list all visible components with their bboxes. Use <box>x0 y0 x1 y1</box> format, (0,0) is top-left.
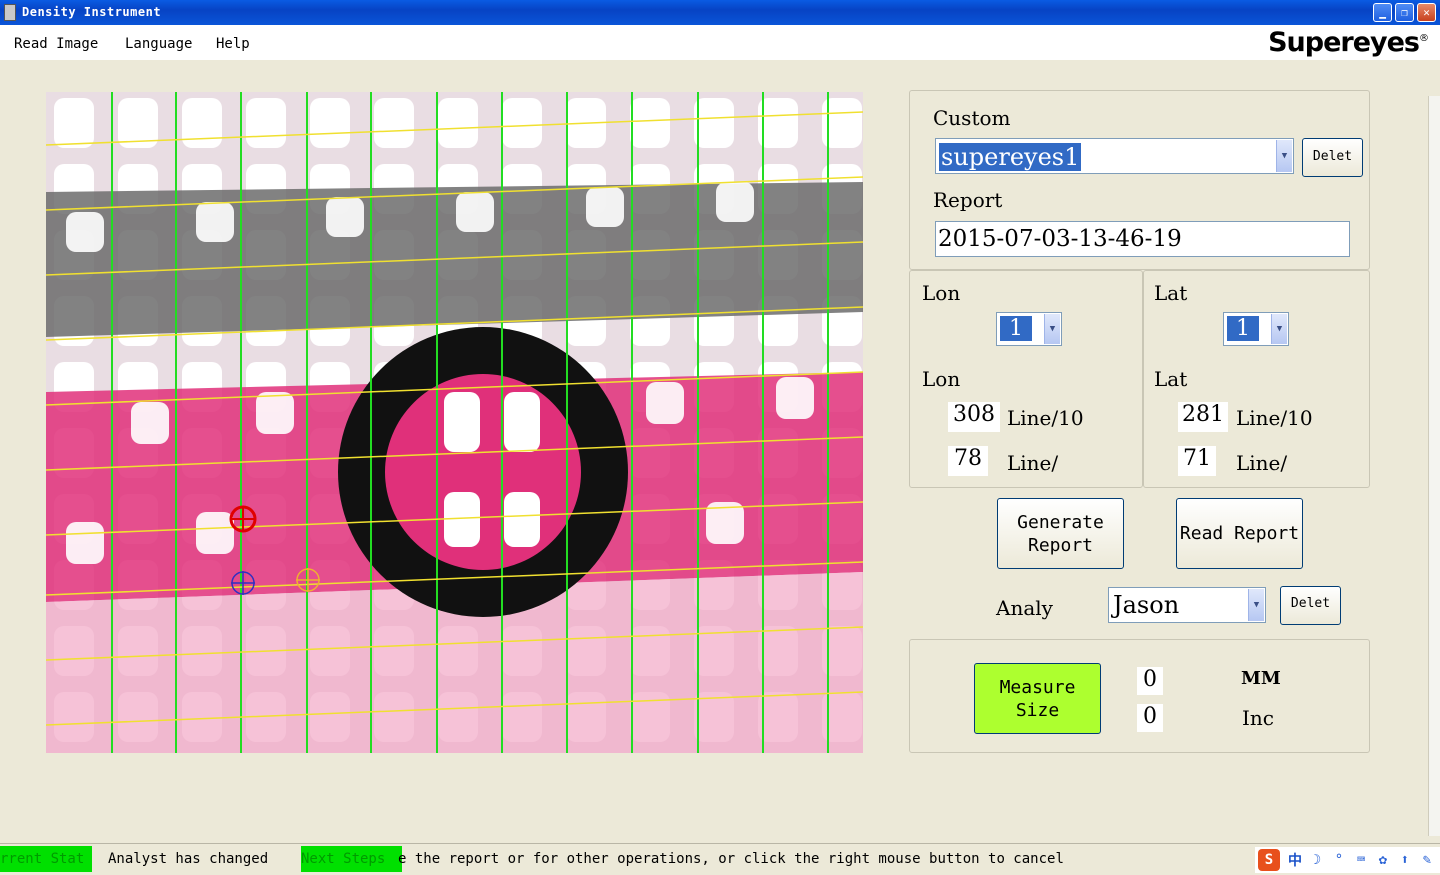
next-steps-label: Next Steps <box>301 846 402 872</box>
user-icon[interactable]: ⬆ <box>1397 852 1413 868</box>
side-scroll-strip[interactable] <box>1428 96 1440 836</box>
menu-language[interactable]: Language <box>125 36 192 52</box>
lon-count-value: 78 <box>948 446 988 476</box>
supereyes-logo: Supereyes® <box>1268 27 1429 58</box>
analyst-label: Analy <box>996 596 1053 620</box>
mm-unit: MM <box>1241 668 1281 689</box>
report-field[interactable]: 2015-07-03-13-46-19 <box>935 221 1350 257</box>
lon-header: Lon <box>922 281 961 305</box>
blue-crosshair-marker[interactable] <box>229 569 257 597</box>
lat-select-value: 1 <box>1227 316 1259 341</box>
lat-count-value: 71 <box>1178 446 1216 476</box>
window-title: Density Instrument <box>22 5 162 19</box>
inch-unit: Inc <box>1242 706 1274 730</box>
read-report-button[interactable]: Read Report <box>1176 498 1303 569</box>
half-width-icon[interactable]: ☽ <box>1309 852 1325 868</box>
measure-size-button[interactable]: Measure Size <box>974 663 1101 734</box>
analyst-select-value: Jason <box>1113 591 1180 619</box>
app-icon <box>4 4 16 21</box>
close-button[interactable]: ✕ <box>1417 3 1436 22</box>
menu-help[interactable]: Help <box>216 36 250 52</box>
lat-header: Lat <box>1154 281 1188 305</box>
report-field-value: 2015-07-03-13-46-19 <box>938 226 1182 252</box>
custom-select[interactable]: supereyes1 ▼ <box>935 138 1294 174</box>
delete-custom-button[interactable]: Delet <box>1302 138 1363 177</box>
lon-result-label: Lon <box>922 367 961 391</box>
delete-analyst-button[interactable]: Delet <box>1280 586 1341 625</box>
chevron-down-icon[interactable]: ▼ <box>1276 140 1292 172</box>
report-label: Report <box>933 188 1003 212</box>
chevron-down-icon[interactable]: ▼ <box>1044 314 1060 344</box>
title-bar: Density Instrument ▁ ❐ ✕ <box>0 0 1440 25</box>
custom-select-value: supereyes1 <box>939 143 1082 171</box>
skin-icon[interactable]: ✿ <box>1375 852 1391 868</box>
generate-report-button[interactable]: Generate Report <box>997 498 1124 569</box>
inch-value: 0 <box>1137 704 1163 732</box>
lon-density-unit: Line/10 <box>1007 406 1084 430</box>
restore-button[interactable]: ❐ <box>1395 3 1414 22</box>
custom-label: Custom <box>933 106 1011 130</box>
chevron-down-icon[interactable]: ▼ <box>1271 314 1287 344</box>
lon-density-value: 308 <box>948 402 1000 432</box>
lat-count-unit: Line/ <box>1236 451 1288 475</box>
lat-select[interactable]: 1 ▼ <box>1223 312 1289 346</box>
logo-text: Supereyes <box>1268 27 1420 58</box>
current-state-label: rrent Stat <box>0 846 92 872</box>
red-crosshair-marker[interactable] <box>228 504 258 534</box>
logo-mark: ® <box>1419 33 1429 44</box>
lat-result-label: Lat <box>1154 367 1188 391</box>
minimize-button[interactable]: ▁ <box>1373 3 1392 22</box>
lon-count-unit: Line/ <box>1007 451 1059 475</box>
punctuation-icon[interactable]: ° <box>1331 852 1347 868</box>
analyst-select[interactable]: Jason ▼ <box>1108 587 1266 623</box>
menu-bar: Read Image Language Help <box>0 25 1440 60</box>
menu-read-image[interactable]: Read Image <box>14 36 98 52</box>
lat-density-unit: Line/10 <box>1236 406 1313 430</box>
fabric-image <box>46 92 863 753</box>
status-bar: rrent Stat Analyst has changed Next Step… <box>0 843 1440 875</box>
fabric-image-viewer[interactable] <box>46 92 863 753</box>
wrench-icon[interactable]: ✎ <box>1419 852 1435 868</box>
lon-select-value: 1 <box>1000 316 1032 341</box>
chinese-mode-icon[interactable]: 中 <box>1287 852 1303 869</box>
next-steps-text: e the report or for other operations, or… <box>398 851 1064 867</box>
current-state-text: Analyst has changed <box>108 851 269 867</box>
sogou-ime-icon[interactable]: S <box>1258 849 1280 871</box>
orange-crosshair-marker[interactable] <box>294 566 322 594</box>
chevron-down-icon[interactable]: ▼ <box>1248 589 1264 621</box>
lat-density-value: 281 <box>1178 402 1228 432</box>
lon-select[interactable]: 1 ▼ <box>996 312 1062 346</box>
keyboard-icon[interactable]: ⌨ <box>1353 852 1369 868</box>
mm-value: 0 <box>1137 667 1163 695</box>
